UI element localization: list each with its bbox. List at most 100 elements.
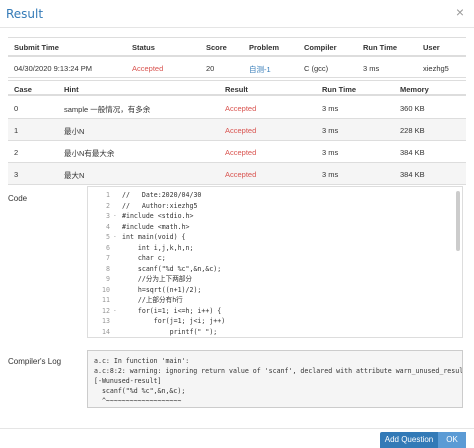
line-number: 5 bbox=[106, 233, 110, 241]
header-user: User bbox=[423, 43, 440, 52]
line-number: 15 bbox=[88, 337, 110, 338]
code-line: 4 #include <math.h> bbox=[88, 222, 462, 233]
case-memory: 360 KB bbox=[400, 104, 425, 113]
code-label: Code bbox=[8, 194, 28, 203]
code-text: #include <math.h> bbox=[122, 222, 190, 231]
case-number: 1 bbox=[14, 126, 19, 135]
compiler-log-label: Compiler's Log bbox=[8, 357, 62, 366]
code-text: //上部分有h行 bbox=[122, 296, 183, 304]
line-number: 2 bbox=[106, 201, 110, 210]
case-run-time: 3 ms bbox=[322, 170, 339, 179]
code-text: for(j=1; j<i; j++) bbox=[122, 317, 226, 325]
case-hint: 最大N bbox=[64, 171, 85, 180]
code-text: int i,j,k,h,n; bbox=[122, 243, 194, 252]
header-hint: Hint bbox=[64, 85, 79, 94]
case-hint: sample 一般情况，有多余 bbox=[64, 105, 151, 114]
line-number: 1 bbox=[106, 191, 110, 199]
code-line: 6 int i,j,k,h,n; bbox=[88, 243, 462, 254]
code-line: 2 // Author:xiezhg5 bbox=[88, 201, 462, 212]
code-text: //分为上下两部分 bbox=[122, 275, 192, 283]
code-text: scanf("%d %c",&n,&c); bbox=[122, 264, 222, 273]
header-status: Status bbox=[132, 43, 155, 52]
code-text: #include <stdio.h> bbox=[122, 212, 194, 220]
case-run-time: 3 ms bbox=[322, 104, 339, 113]
fold-toggle-icon[interactable]: - bbox=[113, 337, 117, 338]
cases-header-row: Case Hint Result Run Time Memory bbox=[8, 80, 466, 96]
case-memory: 384 KB bbox=[400, 170, 425, 179]
header-compiler: Compiler bbox=[304, 43, 337, 52]
compiler-value: C (gcc) bbox=[304, 64, 329, 73]
compiler-log[interactable]: a.c: In function 'main': a.c:8:2: warning… bbox=[87, 350, 463, 408]
status-accepted: Accepted bbox=[132, 64, 164, 73]
header-submit-time: Submit Time bbox=[14, 43, 59, 52]
code-text: int main(void) { bbox=[122, 233, 186, 241]
code-text: for(k=1; k<=2*(h-i+1)-1; k++) bbox=[122, 337, 269, 338]
line-number: 4 bbox=[106, 222, 110, 231]
run-time-value: 3 ms bbox=[363, 64, 380, 73]
summary-header-row: Submit Time Status Score Problem Compile… bbox=[8, 37, 466, 57]
fold-toggle-icon[interactable]: - bbox=[113, 211, 117, 222]
case-result: Accepted bbox=[225, 104, 257, 113]
header-result: Result bbox=[225, 85, 248, 94]
case-number: 0 bbox=[14, 104, 19, 113]
code-line: 7 char c; bbox=[88, 253, 462, 264]
case-result: Accepted bbox=[225, 148, 257, 157]
code-line: 1 // Date:2020/04/30 bbox=[88, 190, 462, 201]
code-line: 10 h=sqrt((n+1)/2); bbox=[88, 285, 462, 296]
log-line: [-Wunused-result] bbox=[94, 377, 162, 385]
line-number: 14 bbox=[102, 327, 110, 336]
header-memory: Memory bbox=[400, 85, 429, 94]
close-icon[interactable]: × bbox=[456, 5, 464, 19]
add-question-button[interactable]: Add Question bbox=[380, 432, 438, 448]
case-memory: 384 KB bbox=[400, 148, 425, 157]
header-case: Case bbox=[14, 85, 32, 94]
case-run-time: 3 ms bbox=[322, 126, 339, 135]
submit-time: 04/30/2020 9:13:24 PM bbox=[14, 64, 92, 73]
code-text: for(i=1; i<=h; i++) { bbox=[122, 306, 222, 315]
log-line: a.c: In function 'main': bbox=[94, 357, 190, 365]
case-row: 2 最小N有最大余 Accepted 3 ms 384 KB bbox=[8, 141, 466, 163]
code-text: char c; bbox=[122, 254, 166, 262]
code-line: 13 for(j=1; j<i; j++) bbox=[88, 316, 462, 327]
code-line: 11 //上部分有h行 bbox=[88, 295, 462, 306]
case-hint: 最小N bbox=[64, 127, 85, 136]
case-hint: 最小N有最大余 bbox=[64, 149, 115, 158]
line-number: 12 bbox=[102, 306, 110, 315]
case-number: 3 bbox=[14, 170, 19, 179]
code-line: 9 //分为上下两部分 bbox=[88, 274, 462, 285]
code-text: // Date:2020/04/30 bbox=[122, 191, 202, 199]
line-number: 7 bbox=[106, 254, 110, 262]
code-viewer[interactable]: 1 // Date:2020/04/30 2 // Author:xiezhg5 3- #… bbox=[87, 186, 463, 338]
fold-toggle-icon[interactable]: - bbox=[113, 232, 117, 243]
case-result: Accepted bbox=[225, 170, 257, 179]
line-number: 13 bbox=[102, 317, 110, 325]
code-line: 15- for(k=1; k<=2*(h-i+1)-1; k++) bbox=[88, 337, 463, 338]
dialog-header: Result × bbox=[0, 0, 474, 28]
code-line: 14 printf(" "); bbox=[88, 327, 462, 338]
header-run-time: Run Time bbox=[363, 43, 398, 52]
code-text: // Author:xiezhg5 bbox=[122, 201, 198, 210]
code-line: 3- #include <stdio.h> bbox=[88, 211, 462, 222]
fold-toggle-icon[interactable]: - bbox=[113, 306, 117, 317]
header-problem: Problem bbox=[249, 43, 280, 52]
code-text: printf(" "); bbox=[122, 327, 218, 336]
score-value: 20 bbox=[206, 64, 215, 73]
line-number: 8 bbox=[106, 264, 110, 273]
case-number: 2 bbox=[14, 148, 19, 157]
log-line: a.c:8:2: warning: ignoring return value … bbox=[94, 367, 463, 375]
problem-link[interactable]: 自测-1 bbox=[249, 64, 271, 75]
dialog-title: Result bbox=[6, 7, 44, 21]
code-line: 12- for(i=1; i<=h; i++) { bbox=[88, 306, 462, 317]
code-text: h=sqrt((n+1)/2); bbox=[122, 285, 202, 294]
header-case-run-time: Run Time bbox=[322, 85, 357, 94]
case-run-time: 3 ms bbox=[322, 148, 339, 157]
line-number: 6 bbox=[106, 243, 110, 252]
case-memory: 228 KB bbox=[400, 126, 425, 135]
code-line: 8 scanf("%d %c",&n,&c); bbox=[88, 264, 462, 275]
case-row: 1 最小N Accepted 3 ms 228 KB bbox=[8, 119, 466, 141]
case-row: 3 最大N Accepted 3 ms 384 KB bbox=[8, 163, 466, 185]
ok-button[interactable]: OK bbox=[438, 432, 466, 448]
case-result: Accepted bbox=[225, 126, 257, 135]
line-number: 10 bbox=[102, 285, 110, 294]
line-number: 9 bbox=[106, 275, 110, 283]
